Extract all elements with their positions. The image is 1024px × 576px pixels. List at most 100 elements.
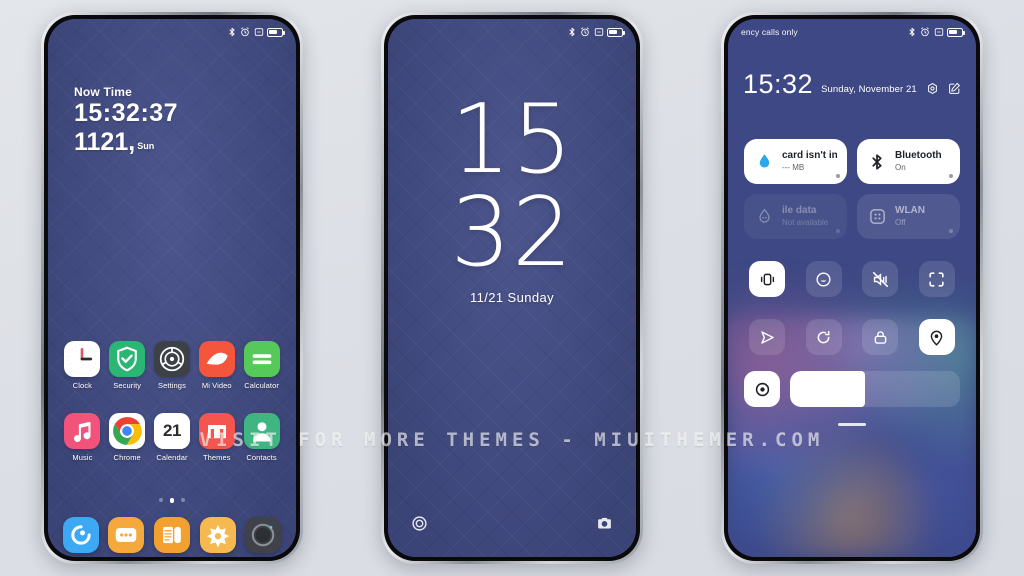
app-calculator[interactable]: Calculator [239,341,284,390]
phone1-status-bar [48,19,296,45]
dock [58,517,286,553]
now-time-date: 1121 [74,127,129,156]
gear-icon [153,341,190,377]
dock-gallery[interactable] [199,517,236,553]
qs-card-sub: On [895,162,906,172]
app-calendar[interactable]: 21 Calendar [150,413,195,462]
qs-card-dot [949,229,953,233]
brightness-icon-button[interactable] [744,371,780,407]
qs-card-ile-data[interactable]: ile data Not available [744,194,847,239]
moon-face-icon [814,270,833,289]
vibrate-icon [758,270,777,289]
page-dot [181,498,186,502]
now-time-label: Now Time [74,85,133,99]
app-label: Chrome [113,453,141,462]
app-label: Settings [158,381,186,390]
shade-time: 15:32 [743,69,814,99]
location-toggle[interactable] [918,319,955,355]
vibrate-toggle[interactable] [749,261,786,297]
app-contacts[interactable]: Contacts [239,413,284,462]
app-music[interactable]: Music [60,413,105,462]
app-mi-video[interactable]: Mi Video [194,341,239,390]
app-security[interactable]: Security [105,341,150,390]
dnd-icon [254,27,264,37]
mute-icon [871,270,890,289]
dock-messages[interactable] [108,517,145,553]
page-dot [169,498,175,503]
battery-icon [947,27,965,37]
sync-icon [814,328,833,347]
dark-mode-toggle[interactable] [805,261,842,297]
phone2-screen: 15 32 11/21 Sunday [388,19,636,557]
qs-card-sub: --- MB [782,162,805,172]
sync-toggle[interactable] [805,319,842,355]
edit-icon[interactable] [948,82,961,95]
calendar-icon: 21 [153,413,190,449]
video-icon [198,341,235,377]
app-grid-row-1: Clock Security Settings Mi Video Calculator [60,341,284,390]
alarm-icon [580,27,590,37]
themes-icon [198,413,235,449]
settings-icon[interactable] [926,82,939,95]
now-time-dow: Sun [137,141,155,152]
chrome-icon [109,413,146,449]
status-icons [227,27,285,37]
alarm-icon [920,27,930,37]
shade-header-actions [926,82,961,95]
app-label: Themes [202,453,231,462]
page-indicator[interactable] [48,498,296,503]
flashlight-shortcut[interactable] [410,514,429,533]
battery-icon [607,27,625,37]
app-chrome[interactable]: Chrome [105,413,150,462]
dock-notes[interactable] [153,517,190,553]
phone-device-lock: 15 32 11/21 Sunday [381,12,643,564]
lock-icon [871,328,890,347]
brightness-row [744,371,960,407]
now-time-date-row: 1121 , Sun [74,127,178,156]
now-time-widget: Now Time 15:32:37 1121 , Sun [74,85,178,155]
brightness-slider[interactable] [790,371,960,407]
bluetooth-icon [567,27,577,37]
qs-card-wlan[interactable]: WLAN Off [857,194,960,239]
status-left-text: ency calls only [741,27,798,37]
scanner-toggle[interactable] [918,261,955,297]
phone3-screen: ency calls only 15:32 Sunday, November 2… [728,19,976,557]
qs-card-bluetooth[interactable]: Bluetooth On [857,139,960,184]
app-themes[interactable]: Themes [194,413,239,462]
shield-icon [109,341,146,377]
app-label: Music [72,453,93,462]
music-note-icon [64,413,101,449]
quick-toggles-row-2 [744,319,960,355]
camera-shortcut[interactable] [595,514,614,533]
qs-card-dot [836,229,840,233]
app-clock[interactable]: Clock [60,341,105,390]
airplane-icon [758,328,777,347]
calculator-icon [243,341,280,377]
app-label: Clock [72,381,93,390]
mute-toggle[interactable] [862,261,899,297]
app-label: Contacts [246,453,277,462]
lock-clock: 15 32 11/21 Sunday [388,85,636,304]
phone1-screen: Now Time 15:32:37 1121 , Sun Clock Securi… [48,19,296,557]
data-usage-icon [754,152,774,172]
mobile-data-icon [754,207,774,227]
qs-card-card-isn-t-inste[interactable]: card isn't inste--- MB [744,139,847,184]
lock-toggle[interactable] [862,319,899,355]
status-icons [567,27,625,37]
app-settings[interactable]: Settings [150,341,195,390]
qs-card-title: Bluetooth [895,150,942,162]
dock-browser[interactable] [62,517,99,553]
phone-device-home: Now Time 15:32:37 1121 , Sun Clock Securi… [41,12,303,564]
qs-card-dot [949,174,953,178]
bluetooth-icon [227,27,237,37]
lock-clock-minutes: 32 [450,178,574,289]
shade-drag-handle[interactable] [838,423,866,426]
battery-icon [267,27,285,37]
location-icon [927,328,946,347]
qs-card-title: ile data [782,205,817,217]
airplane-toggle[interactable] [749,319,786,355]
app-label: Calendar [156,453,188,462]
dock-camera[interactable] [245,517,282,553]
scan-icon [927,270,946,289]
lock-clock-hours: 15 [450,85,574,195]
